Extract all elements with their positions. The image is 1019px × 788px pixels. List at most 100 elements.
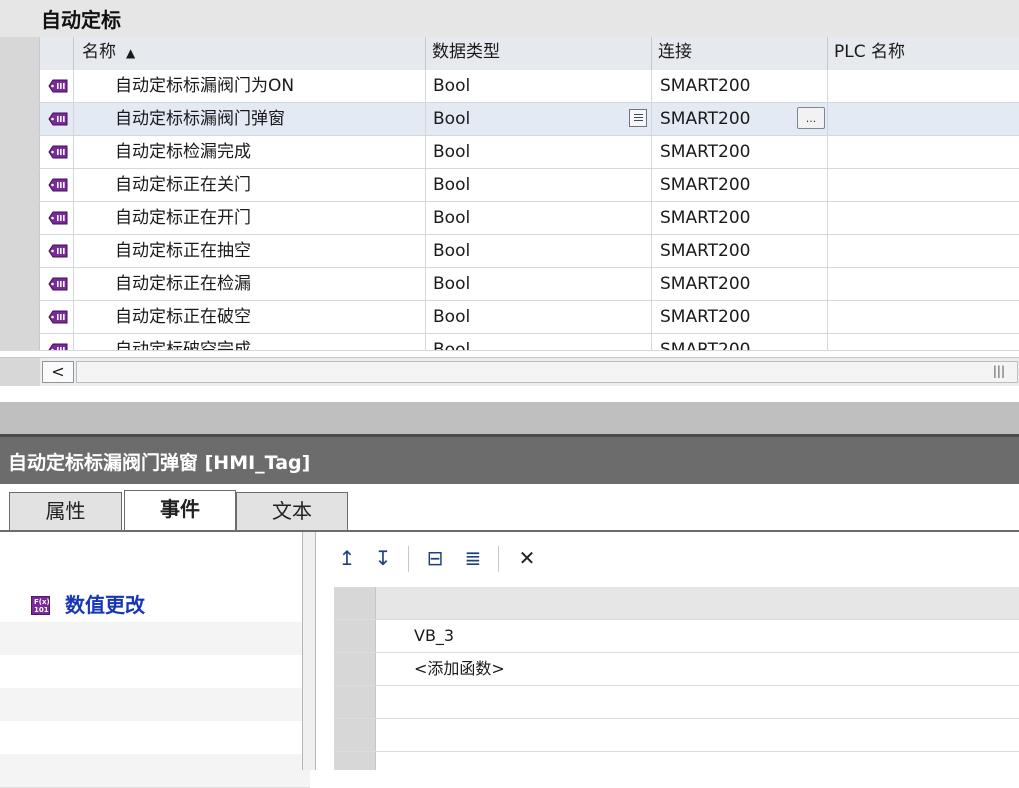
function-row-header: [334, 719, 376, 751]
tag-connection-cell[interactable]: SMART200: [652, 334, 828, 350]
tag-name-cell[interactable]: 自动定标标漏阀门弹窗: [74, 103, 426, 135]
tag-name-cell[interactable]: 自动定标正在关门: [74, 169, 426, 201]
hmi-tag-icon: [48, 79, 68, 93]
scroll-grip-icon[interactable]: |||: [993, 364, 1005, 378]
function-row-header: [334, 686, 376, 718]
tag-connection-cell[interactable]: SMART200: [652, 235, 828, 267]
row-icon-cell: [40, 235, 74, 267]
tag-plc-name-cell[interactable]: [828, 235, 1019, 267]
table-row[interactable]: 自动定标破空完成 Bool SMART200: [0, 334, 1019, 351]
add-function-placeholder[interactable]: <添加函数>: [414, 653, 505, 685]
function-name[interactable]: VB_3: [414, 620, 454, 652]
tag-plc-name-cell[interactable]: [828, 103, 1019, 135]
table-row[interactable]: 自动定标标漏阀门弹窗 Bool SMART200...: [0, 103, 1019, 136]
function-list-header: [334, 587, 1019, 620]
tag-name-cell[interactable]: 自动定标正在破空: [74, 301, 426, 333]
scroll-left-button[interactable]: <: [42, 361, 74, 383]
tag-data-type-cell[interactable]: Bool: [426, 235, 652, 267]
tag-data-type-cell[interactable]: Bool: [426, 202, 652, 234]
row-header[interactable]: [0, 235, 40, 267]
scroll-track[interactable]: |||: [76, 361, 1018, 383]
hmi-tag-icon: [48, 211, 68, 225]
tag-connection-cell[interactable]: SMART200: [652, 202, 828, 234]
row-header[interactable]: [0, 202, 40, 234]
event-list-spacer: [0, 532, 310, 589]
column-header-data-type[interactable]: 数据类型: [426, 37, 652, 70]
tag-plc-name-cell[interactable]: [828, 334, 1019, 350]
tag-name-cell[interactable]: 自动定标正在检漏: [74, 268, 426, 300]
table-row[interactable]: 自动定标正在关门 Bool SMART200: [0, 169, 1019, 202]
tag-connection-cell[interactable]: SMART200: [652, 136, 828, 168]
tag-data-type-value: Bool: [433, 274, 471, 294]
tag-name-cell[interactable]: 自动定标正在抽空: [74, 235, 426, 267]
tag-data-type-cell[interactable]: Bool: [426, 301, 652, 333]
hmi-tag-icon: [48, 277, 68, 291]
tag-data-type-value: Bool: [433, 76, 471, 96]
table-row[interactable]: 自动定标标漏阀门为ON Bool SMART200: [0, 70, 1019, 103]
hmi-tag-icon: [48, 145, 68, 159]
pane-divider[interactable]: [302, 532, 316, 770]
tag-data-type-cell[interactable]: Bool: [426, 169, 652, 201]
tag-data-type-cell[interactable]: Bool: [426, 334, 652, 350]
row-icon-cell: [40, 70, 74, 102]
tab-texts[interactable]: 文本: [236, 492, 348, 530]
column-header-plc-name[interactable]: PLC 名称: [828, 37, 1019, 70]
table-row[interactable]: 自动定标正在破空 Bool SMART200: [0, 301, 1019, 334]
panel-splitter[interactable]: [0, 402, 1019, 437]
row-header[interactable]: [0, 70, 40, 102]
function-row[interactable]: VB_3: [334, 620, 1019, 653]
row-icon-cell: [40, 136, 74, 168]
column-header-name[interactable]: 名称 ▲: [74, 37, 426, 70]
table-row[interactable]: 自动定标正在开门 Bool SMART200: [0, 202, 1019, 235]
move-up-icon[interactable]: ↥: [332, 544, 362, 572]
row-header[interactable]: [0, 268, 40, 300]
event-value-change-label[interactable]: 数值更改: [65, 590, 145, 620]
horizontal-scrollbar[interactable]: < |||: [0, 357, 1019, 387]
tag-table-title: 自动定标: [41, 8, 121, 32]
tag-plc-name-cell[interactable]: [828, 70, 1019, 102]
function-list-toolbar: ↥ ↧ ⊟ ≣ ✕: [316, 532, 1019, 587]
row-header[interactable]: [0, 301, 40, 333]
tag-name-cell[interactable]: 自动定标破空完成: [74, 334, 426, 350]
table-row[interactable]: 自动定标正在抽空 Bool SMART200: [0, 235, 1019, 268]
tag-name-cell[interactable]: 自动定标检漏完成: [74, 136, 426, 168]
tag-plc-name-cell[interactable]: [828, 202, 1019, 234]
function-row-empty: [334, 752, 1019, 770]
tag-data-type-cell[interactable]: Bool: [426, 103, 652, 135]
move-down-icon[interactable]: ↧: [368, 544, 398, 572]
tag-plc-name-cell[interactable]: [828, 136, 1019, 168]
data-type-list-button[interactable]: [629, 109, 647, 127]
expand-icon[interactable]: ≣: [458, 544, 488, 572]
row-icon-cell: [40, 103, 74, 135]
tag-plc-name-cell[interactable]: [828, 268, 1019, 300]
toolbar-separator: [408, 546, 409, 572]
inspector-title-bar: 自动定标标漏阀门弹窗 [HMI_Tag]: [0, 437, 1019, 484]
tag-connection-cell[interactable]: SMART200: [652, 301, 828, 333]
delete-icon[interactable]: ✕: [512, 544, 542, 572]
connection-browse-button[interactable]: ...: [797, 107, 825, 129]
tag-connection-cell[interactable]: SMART200: [652, 268, 828, 300]
tab-events[interactable]: 事件: [124, 490, 236, 530]
tab-properties[interactable]: 属性: [9, 492, 122, 530]
collapse-icon[interactable]: ⊟: [420, 544, 450, 572]
tag-plc-name-cell[interactable]: [828, 169, 1019, 201]
tag-connection-cell[interactable]: SMART200: [652, 70, 828, 102]
tag-name-cell[interactable]: 自动定标正在开门: [74, 202, 426, 234]
tag-data-type-cell[interactable]: Bool: [426, 136, 652, 168]
tag-data-type-cell[interactable]: Bool: [426, 70, 652, 102]
row-header[interactable]: [0, 334, 40, 350]
tag-data-type-cell[interactable]: Bool: [426, 268, 652, 300]
row-header[interactable]: [0, 169, 40, 201]
tag-connection-cell[interactable]: SMART200...: [652, 103, 828, 135]
table-row[interactable]: 自动定标正在检漏 Bool SMART200: [0, 268, 1019, 301]
tag-connection-cell[interactable]: SMART200: [652, 169, 828, 201]
table-row[interactable]: 自动定标检漏完成 Bool SMART200: [0, 136, 1019, 169]
function-row-add[interactable]: <添加函数>: [334, 653, 1019, 686]
column-header-connection[interactable]: 连接: [652, 37, 828, 70]
tag-plc-name-cell[interactable]: [828, 301, 1019, 333]
row-header[interactable]: [0, 136, 40, 168]
tag-name-cell[interactable]: 自动定标标漏阀门为ON: [74, 70, 426, 102]
function-row-header: [334, 752, 376, 770]
row-icon-cell: [40, 334, 74, 350]
row-header[interactable]: [0, 103, 40, 135]
